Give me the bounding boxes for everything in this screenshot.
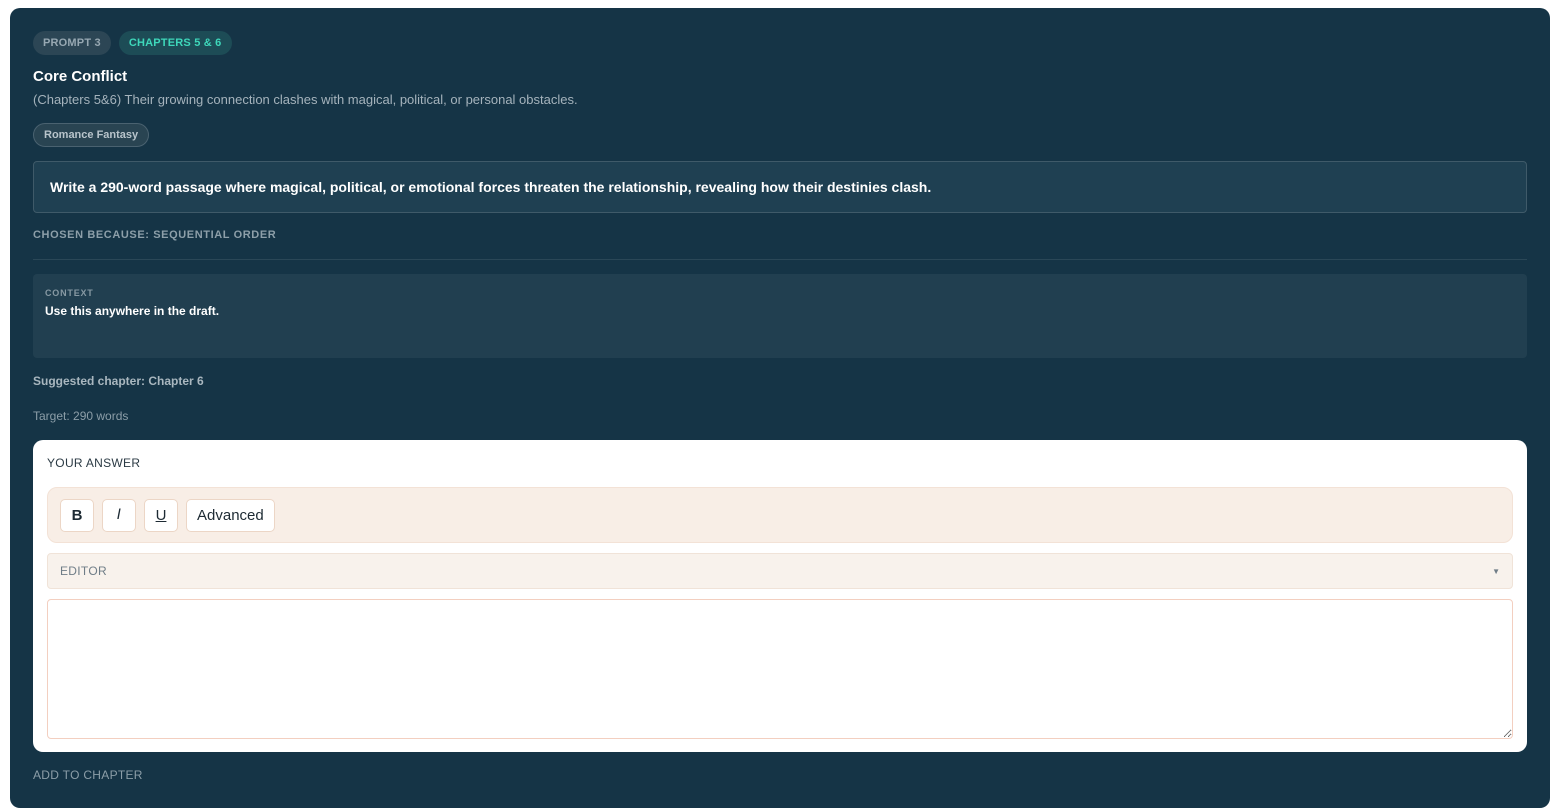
- instruction-text: Write a 290-word passage where magical, …: [50, 179, 932, 195]
- add-to-chapter-label[interactable]: ADD TO CHAPTER: [33, 768, 1527, 782]
- genre-tag: Romance Fantasy: [33, 123, 150, 147]
- formatting-toolbar: B I U Advanced: [47, 487, 1513, 543]
- context-text: Use this anywhere in the draft.: [45, 304, 220, 318]
- section-divider: [33, 259, 1527, 260]
- answer-card: YOUR ANSWER B I U Advanced EDITOR ▼: [33, 440, 1527, 752]
- context-box: CONTEXT Use this anywhere in the draft.: [33, 274, 1527, 358]
- prompt-subtitle: (Chapters 5&6) Their growing connection …: [33, 92, 578, 107]
- target-word-count: Target: 290 words: [33, 409, 129, 423]
- suggested-chapter: Suggested chapter: Chapter 6: [33, 374, 204, 388]
- chapters-badge: CHAPTERS 5 & 6: [118, 31, 232, 55]
- chevron-down-icon: ▼: [1492, 566, 1500, 576]
- instruction-box: Write a 290-word passage where magical, …: [33, 161, 1527, 213]
- editor-select[interactable]: EDITOR ▼: [47, 553, 1513, 589]
- context-label: CONTEXT: [45, 288, 94, 298]
- chosen-because-label: CHOSEN BECAUSE: SEQUENTIAL ORDER: [33, 229, 277, 241]
- bold-button[interactable]: B: [60, 498, 94, 532]
- underline-button[interactable]: U: [144, 498, 178, 532]
- prompt-card: PROMPT 3 CHAPTERS 5 & 6 Core Conflict (C…: [10, 8, 1550, 808]
- italic-button[interactable]: I: [102, 498, 136, 532]
- editor-select-label: EDITOR: [60, 564, 107, 578]
- prompt-pills: PROMPT 3 CHAPTERS 5 & 6: [33, 31, 1527, 55]
- prompt-number-badge: PROMPT 3: [33, 31, 111, 55]
- answer-textarea[interactable]: [47, 599, 1513, 739]
- answer-label: YOUR ANSWER: [47, 456, 141, 470]
- prompt-title: Core Conflict: [33, 68, 128, 85]
- advanced-button[interactable]: Advanced: [186, 498, 275, 532]
